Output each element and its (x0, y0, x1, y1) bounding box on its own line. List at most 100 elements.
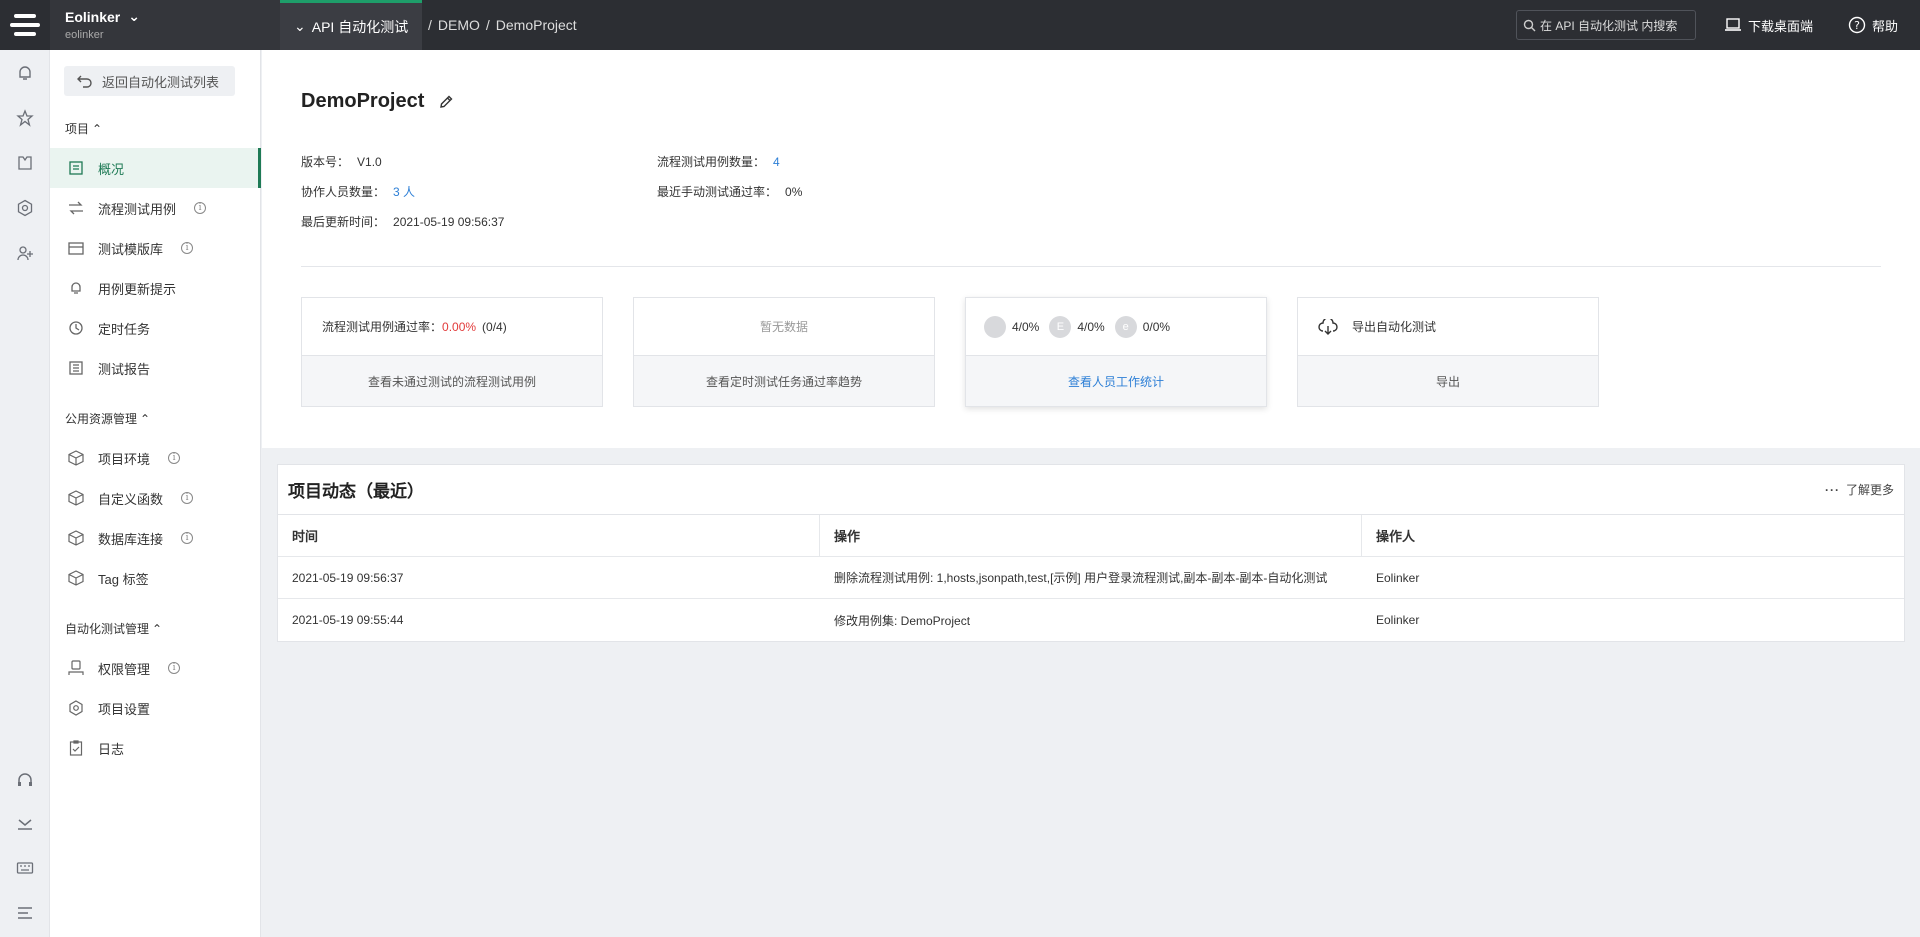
add-user-icon[interactable] (12, 240, 38, 266)
help-label: 帮助 (1872, 18, 1899, 34)
info-icon[interactable]: i (181, 242, 194, 254)
app-logo[interactable] (0, 0, 50, 50)
search-input[interactable]: 在 API 自动化测试 内搜索 (1516, 10, 1696, 40)
nav-group-project[interactable]: 项目 ⌃ (65, 120, 102, 137)
sidebar-item-template-lib[interactable]: 测试模版库 i (50, 228, 261, 268)
trend-empty: 暂无数据 (634, 298, 934, 356)
view-failed-cases-button[interactable]: 查看未通过测试的流程测试用例 (302, 356, 602, 406)
breadcrumb-item[interactable]: DEMO (438, 17, 480, 33)
sidebar-item-flow-cases[interactable]: 流程测试用例 i (50, 188, 261, 228)
workspace-switcher[interactable]: Eolinker ⌄ eolinker (50, 0, 280, 50)
top-bar: Eolinker ⌄ eolinker ⌄ API 自动化测试 / DEMO / De… (0, 0, 1920, 50)
sidebar-item-db-connection[interactable]: 数据库连接 i (50, 518, 261, 558)
chevron-up-icon: ⌃ (152, 621, 163, 636)
sidebar-item-update-notice[interactable]: 用例更新提示 (50, 268, 261, 308)
collapse-icon[interactable] (12, 811, 38, 837)
updated-field: 最后更新时间： 2021-05-19 09:56:37 (301, 213, 504, 230)
info-icon[interactable]: i (168, 662, 181, 674)
sidebar-item-label: 项目环境 (98, 451, 151, 467)
learn-more-link[interactable]: ··· 了解更多 (1825, 481, 1894, 498)
group-label: 公用资源管理 (65, 412, 138, 426)
star-icon[interactable] (12, 105, 38, 131)
workspace-sub: eolinker (65, 29, 104, 41)
sidebar-item-custom-func[interactable]: 自定义函数 i (50, 478, 261, 518)
user-perm-icon (68, 660, 84, 676)
cube-icon (68, 490, 84, 506)
members-field: 协作人员数量： 3 人 (301, 183, 415, 200)
workspace-name: Eolinker (65, 8, 121, 25)
cube-icon (68, 570, 84, 586)
view-trend-button[interactable]: 查看定时测试任务通过率趋势 (634, 356, 934, 406)
stat-value: 4/0% (1012, 319, 1040, 334)
member-stats: 4/0% E 4/0% e 0/0% (966, 298, 1266, 356)
manual-rate-label: 最近手动测试通过率： (657, 185, 778, 199)
sidebar-item-permissions[interactable]: 权限管理 i (50, 648, 261, 688)
sidebar-item-tags[interactable]: Tag 标签 (50, 558, 261, 598)
member-stat: E 4/0% (1049, 315, 1105, 338)
info-icon[interactable]: i (181, 532, 194, 544)
module-tab[interactable]: ⌄ API 自动化测试 (280, 0, 423, 50)
stat-value: 4/0% (1077, 319, 1105, 334)
avatar: e (1114, 315, 1137, 338)
icon-rail (0, 50, 50, 937)
pass-rate-card: 流程测试用例通过率： 0.00% (0/4) 查看未通过测试的流程测试用例 (301, 297, 603, 407)
back-label: 返回自动化测试列表 (102, 74, 220, 90)
button-label: 查看未通过测试的流程测试用例 (367, 374, 536, 389)
menu-icon[interactable] (12, 900, 38, 926)
sidebar-item-log[interactable]: 日志 (50, 728, 261, 768)
sidebar-item-label: 日志 (98, 741, 125, 757)
clock-icon (68, 320, 84, 336)
chevron-down-icon: ⌄ (294, 18, 306, 34)
nav-group-public[interactable]: 公用资源管理 ⌃ (65, 410, 150, 427)
sidebar-item-scheduled-tasks[interactable]: 定时任务 (50, 308, 261, 348)
chevron-up-icon: ⌃ (140, 411, 151, 426)
cloud-download-icon (1318, 318, 1338, 335)
view-member-stats-button[interactable]: 查看人员工作统计 (966, 356, 1266, 406)
sidebar-item-test-report[interactable]: 测试报告 (50, 348, 261, 388)
log-icon (68, 740, 84, 756)
info-icon[interactable]: i (168, 452, 181, 464)
edit-icon[interactable] (438, 94, 454, 110)
export-button[interactable]: 导出 (1298, 356, 1598, 406)
export-card: 导出自动化测试 导出 (1297, 297, 1599, 407)
table-row: 2021-05-19 09:55:44 修改用例集: DemoProject E… (278, 599, 1904, 641)
help-icon: ? (1848, 16, 1866, 34)
cell-time: 2021-05-19 09:56:37 (292, 570, 404, 585)
breadcrumb-item[interactable]: DemoProject (496, 17, 577, 33)
breadcrumb: / DEMO / DemoProject (428, 17, 577, 33)
sidebar-item-label: 测试模版库 (98, 241, 164, 257)
info-icon[interactable]: i (181, 492, 194, 504)
flow-count-link[interactable]: 4 (773, 155, 780, 169)
bell-icon[interactable] (12, 60, 38, 86)
member-stat: e 0/0% (1114, 315, 1170, 338)
flow-count-field: 流程测试用例数量： 4 (657, 153, 780, 170)
headset-icon[interactable] (12, 767, 38, 793)
project-title: DemoProject (301, 90, 425, 112)
sidebar-item-overview[interactable]: 概况 (50, 148, 261, 188)
table-header: 时间 操作 操作人 (278, 515, 1904, 557)
back-to-list-button[interactable]: 返回自动化测试列表 (64, 66, 235, 96)
member-stats-card: 4/0% E 4/0% e 0/0% 查看人员工作统计 (965, 297, 1267, 407)
table-row: 2021-05-19 09:56:37 删除流程测试用例: 1,hosts,js… (278, 557, 1904, 599)
nav-group-auto[interactable]: 自动化测试管理 ⌃ (65, 620, 162, 637)
sidebar-item-project-settings[interactable]: 项目设置 (50, 688, 261, 728)
overview-icon (68, 160, 84, 176)
cell-operator: Eolinker (1376, 570, 1420, 585)
cube-icon (68, 450, 84, 466)
sidebar-item-project-env[interactable]: 项目环境 i (50, 438, 261, 478)
sidebar-item-label: 用例更新提示 (98, 281, 177, 297)
button-label: 导出 (1435, 374, 1460, 389)
pass-rate-summary: 流程测试用例通过率： 0.00% (0/4) (302, 298, 602, 356)
gear-icon[interactable] (12, 195, 38, 221)
cube-icon (68, 530, 84, 546)
sidebar-item-label: 数据库连接 (98, 531, 164, 547)
members-link[interactable]: 3 人 (393, 185, 415, 199)
sidebar-item-label: 概况 (98, 161, 125, 177)
info-icon[interactable]: i (194, 202, 207, 214)
shirt-icon[interactable] (12, 150, 38, 176)
keyboard-icon[interactable] (12, 855, 38, 881)
button-label: 查看定时测试任务通过率趋势 (705, 374, 862, 389)
updated-label: 最后更新时间： (301, 215, 386, 229)
download-desktop-button[interactable]: 下载桌面端 (1724, 0, 1813, 50)
help-button[interactable]: ? 帮助 (1848, 0, 1898, 50)
